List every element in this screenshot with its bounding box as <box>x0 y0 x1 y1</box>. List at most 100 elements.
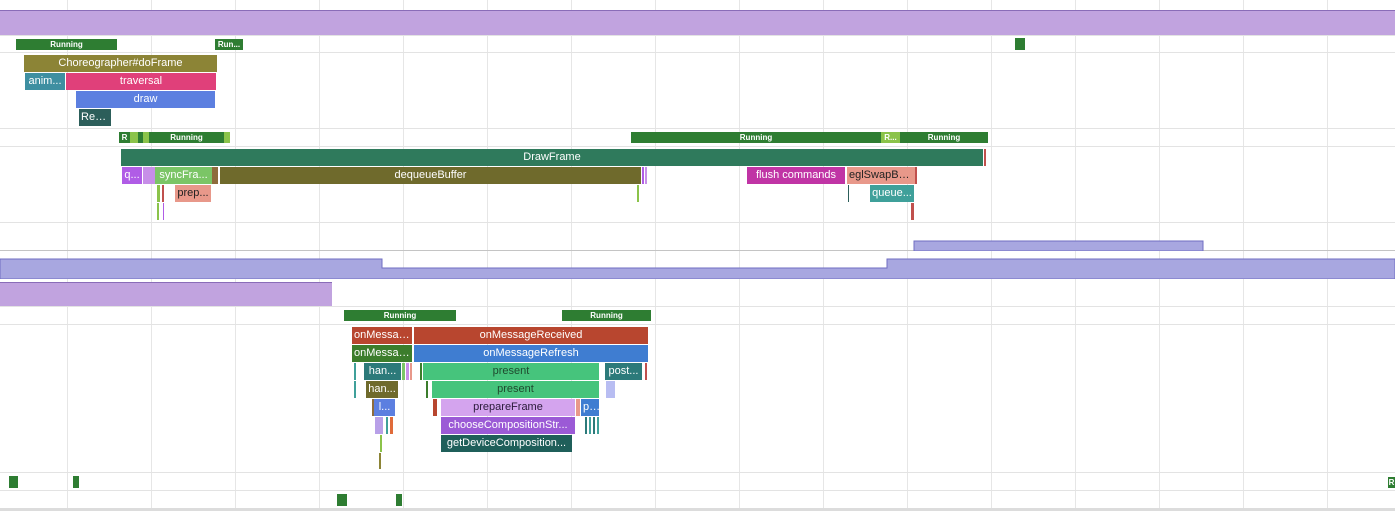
slice-tick[interactable] <box>157 185 160 202</box>
slice-traversal[interactable]: traversal <box>66 73 216 90</box>
slice-tick[interactable] <box>390 417 393 434</box>
process-band-surfaceflinger[interactable] <box>0 282 332 306</box>
slice-tick[interactable] <box>162 185 164 202</box>
grid-line <box>991 0 992 511</box>
slice-dequeuebuffer[interactable]: dequeueBuffer <box>220 167 641 184</box>
grid-line <box>403 0 404 511</box>
slice-getdevicecompositionchanges[interactable]: getDeviceComposition... <box>441 435 572 452</box>
slice-tick[interactable] <box>433 399 437 416</box>
slice-tick[interactable] <box>593 417 595 434</box>
slice-tick[interactable] <box>606 381 615 398</box>
slice-tick[interactable] <box>410 363 412 380</box>
slice-tick[interactable] <box>157 203 159 220</box>
thread-state-running[interactable]: Running <box>562 310 651 321</box>
track-separator <box>0 35 1395 36</box>
slice-tick[interactable] <box>354 381 356 398</box>
slice-draw[interactable]: draw <box>76 91 215 108</box>
counter-track-vsync[interactable] <box>0 240 1395 251</box>
slice-drawframe[interactable]: DrawFrame <box>121 149 983 166</box>
grid-line <box>1327 0 1328 511</box>
track-separator <box>0 146 1395 147</box>
slice-tick[interactable] <box>354 363 356 380</box>
grid-line <box>1243 0 1244 511</box>
slice-tick[interactable] <box>597 417 599 434</box>
slice-tick[interactable] <box>406 363 409 380</box>
slice-handlemessage[interactable]: han... <box>364 363 401 380</box>
track-separator <box>0 222 1395 223</box>
thread-state-running[interactable]: Running <box>900 132 988 143</box>
slice-tick[interactable] <box>212 167 218 184</box>
slice-choreographer-doframe[interactable]: Choreographer#doFrame <box>24 55 217 72</box>
slice-onmessage[interactable]: onMessag... <box>352 345 412 362</box>
slice-latch[interactable]: l... <box>374 399 395 416</box>
slice-tick[interactable] <box>402 363 405 380</box>
slice-queue[interactable]: q... <box>122 167 142 184</box>
thread-state-running[interactable] <box>9 476 18 488</box>
slice-tick[interactable] <box>915 167 917 184</box>
slice-choosecompositionstrategy[interactable]: chooseCompositionStr... <box>441 417 575 434</box>
slice-present[interactable]: present <box>432 381 599 398</box>
track-separator <box>0 306 1395 307</box>
slice-tick[interactable] <box>380 435 382 452</box>
slice-syncframestate[interactable]: syncFra... <box>155 167 212 184</box>
track-separator <box>0 490 1395 491</box>
slice-tick[interactable] <box>420 363 422 380</box>
slice-tick[interactable] <box>637 185 639 202</box>
slice-tick[interactable] <box>576 399 580 416</box>
grid-line <box>1075 0 1076 511</box>
slice-tick[interactable] <box>386 417 388 434</box>
thread-state-running[interactable]: Running <box>16 39 117 50</box>
thread-state-running[interactable]: Run... <box>215 39 243 50</box>
thread-state-running[interactable] <box>1015 38 1025 50</box>
slice-prepareframe[interactable]: prepareFrame <box>441 399 575 416</box>
slice-tick[interactable] <box>645 167 647 184</box>
slice-tick[interactable] <box>379 453 381 469</box>
slice-flush-commands[interactable]: flush commands <box>747 167 845 184</box>
slice-tick[interactable] <box>848 185 849 202</box>
slice-tick[interactable] <box>426 381 428 398</box>
slice-animation[interactable]: anim... <box>25 73 65 90</box>
thread-state-runnable[interactable] <box>224 132 230 143</box>
track-separator <box>0 472 1395 473</box>
thread-state-running[interactable]: R <box>1388 477 1395 488</box>
counter-track-surface[interactable] <box>0 257 1395 279</box>
slice-queuebuffer[interactable]: queue... <box>870 185 914 202</box>
slice-prepare[interactable]: prep... <box>175 185 211 202</box>
grid-line <box>823 0 824 511</box>
slice-tick[interactable] <box>984 149 986 166</box>
slice-tick[interactable] <box>143 167 155 184</box>
grid-line <box>739 0 740 511</box>
thread-state-runnable[interactable]: R <box>119 132 130 143</box>
grid-line <box>235 0 236 511</box>
process-band-top[interactable] <box>0 10 1395 35</box>
thread-state-running[interactable]: Running <box>631 132 881 143</box>
slice-onmessage[interactable]: onMessag... <box>352 327 412 344</box>
thread-state-running[interactable] <box>73 476 79 488</box>
thread-state-runnable[interactable] <box>130 132 138 143</box>
slice-postcomposition[interactable]: post... <box>605 363 642 380</box>
track-separator <box>0 324 1395 325</box>
thread-state-running[interactable]: Running <box>149 132 224 143</box>
slice-onmessagerefresh[interactable]: onMessageRefresh <box>414 345 648 362</box>
grid-line <box>1159 0 1160 511</box>
slice-eglswapbuffers[interactable]: eglSwapBu... <box>847 167 915 184</box>
slice-present-fence[interactable]: p... <box>581 399 599 416</box>
slice-tick[interactable] <box>163 203 164 220</box>
slice-record[interactable]: Rec... <box>79 109 111 126</box>
slice-present[interactable]: present <box>423 363 599 380</box>
slice-tick[interactable] <box>585 417 587 434</box>
thread-state-runnable[interactable]: R... <box>881 132 900 143</box>
slice-onmessagereceived[interactable]: onMessageReceived <box>414 327 648 344</box>
grid-line <box>655 0 656 511</box>
track-separator <box>0 128 1395 129</box>
slice-tick[interactable] <box>645 363 647 380</box>
slice-tick[interactable] <box>911 203 914 220</box>
thread-state-running[interactable]: Running <box>344 310 456 321</box>
slice-tick[interactable] <box>375 417 383 434</box>
slice-tick[interactable] <box>642 167 644 184</box>
grid-line <box>907 0 908 511</box>
slice-handlemessage[interactable]: han... <box>366 381 398 398</box>
slice-tick[interactable] <box>589 417 591 434</box>
thread-state-running[interactable] <box>337 494 347 506</box>
thread-state-running[interactable] <box>396 494 402 506</box>
